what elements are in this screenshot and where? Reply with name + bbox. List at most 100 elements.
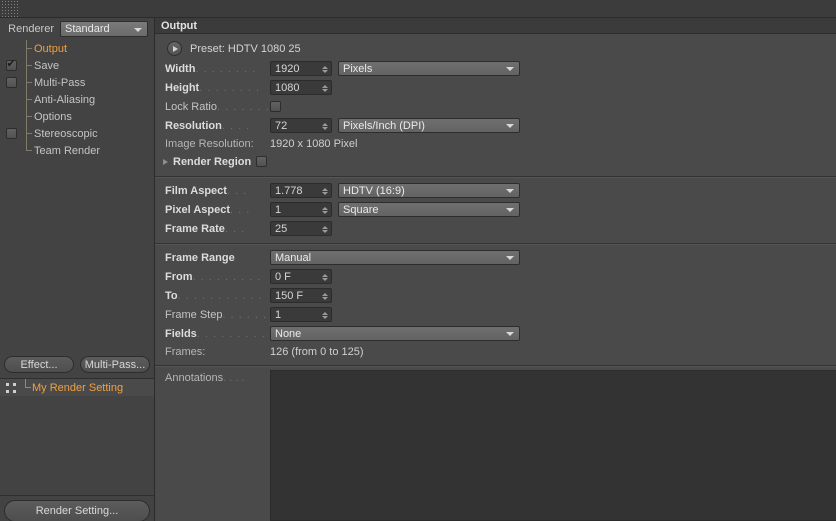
resolution-label: Resolution. . . . — [165, 119, 251, 132]
film-aspect-label: Film Aspect. . . — [165, 184, 248, 197]
preset-arrow-icon[interactable] — [167, 41, 182, 56]
render-region-row[interactable]: Render Region — [155, 152, 836, 171]
stereoscopic-checkbox[interactable] — [5, 128, 17, 139]
resolution-input[interactable]: 72 — [270, 118, 332, 133]
lock-ratio-label: Lock Ratio. . . . . . . — [165, 100, 270, 113]
from-label: From. . . . . . . . . — [165, 270, 262, 283]
frame-rate-stepper[interactable] — [321, 223, 328, 235]
window-titlebar — [0, 0, 836, 18]
frame-rate-input[interactable]: 25 — [270, 221, 332, 236]
frame-range-row: Frame Range Manual — [155, 248, 836, 267]
to-stepper[interactable] — [321, 290, 328, 302]
sidebar-item-save[interactable]: Save — [0, 57, 154, 74]
frame-range-label: Frame Range — [165, 251, 235, 264]
resolution-unit-dropdown[interactable]: Pixels/Inch (DPI) — [338, 118, 520, 133]
effect-button[interactable]: Effect... — [4, 356, 74, 373]
pixel-aspect-stepper[interactable] — [321, 204, 328, 216]
tree-stem — [22, 108, 34, 125]
image-resolution-value: 1920 x 1080 Pixel — [270, 137, 358, 150]
expand-arrow-icon[interactable] — [163, 158, 168, 165]
frame-range-dropdown[interactable]: Manual — [270, 250, 520, 265]
to-row: To. . . . . . . . . . . 150 F — [155, 286, 836, 305]
height-row: Height. . . . . . . . 1080 — [155, 78, 836, 97]
frames-value: 126 (from 0 to 125) — [270, 345, 364, 358]
frame-step-value: 1 — [275, 308, 282, 321]
render-setting-list: My Render Setting — [0, 378, 154, 495]
film-aspect-input[interactable]: 1.778 — [270, 183, 332, 198]
height-stepper[interactable] — [321, 82, 328, 94]
resolution-row: Resolution. . . . 72 Pixels/Inch (DPI) — [155, 116, 836, 135]
render-setting-button[interactable]: Render Setting... — [4, 500, 150, 521]
frames-label: Frames: — [165, 345, 206, 358]
preset-row: Preset: HDTV 1080 25 — [155, 38, 836, 59]
save-checkbox[interactable] — [5, 58, 17, 71]
width-unit-dropdown[interactable]: Pixels — [338, 61, 520, 76]
renderer-dropdown[interactable]: Standard — [60, 21, 148, 37]
chevron-down-icon — [506, 124, 514, 128]
sidebar-item-team-render[interactable]: Team Render — [0, 142, 154, 159]
frame-step-label: Frame Step. . . . . . — [165, 308, 268, 321]
lock-ratio-checkbox[interactable] — [270, 101, 281, 112]
multi-pass-checkbox[interactable] — [5, 77, 17, 88]
frame-rate-row: Frame Rate. . . 25 — [155, 219, 836, 238]
height-input[interactable]: 1080 — [270, 80, 332, 95]
frame-rate-label: Frame Rate. . . — [165, 222, 246, 235]
sidebar-item-label: Output — [34, 42, 68, 55]
film-aspect-preset-value: HDTV (16:9) — [343, 184, 405, 197]
height-value: 1080 — [275, 81, 300, 94]
output-panel: Output Preset: HDTV 1080 25 Width. . . .… — [155, 18, 836, 521]
render-setting-item[interactable]: My Render Setting — [0, 379, 154, 396]
checkbox-cell-multi-pass — [0, 77, 22, 88]
tree-stem — [22, 379, 32, 396]
resolution-stepper[interactable] — [321, 120, 328, 132]
width-label: Width. . . . . . . . — [165, 62, 257, 75]
frame-step-stepper[interactable] — [321, 309, 328, 321]
sidebar-item-output[interactable]: Output — [0, 40, 154, 57]
tree-stem — [22, 57, 34, 74]
width-value: 1920 — [275, 62, 300, 75]
render-setting-item-label: My Render Setting — [32, 381, 124, 394]
sidebar-item-anti-aliasing[interactable]: Anti-Aliasing — [0, 91, 154, 108]
image-resolution-row: Image Resolution: 1920 x 1080 Pixel — [155, 135, 836, 152]
width-stepper[interactable] — [321, 63, 328, 75]
panel-header: Output — [155, 18, 836, 34]
frame-rate-value: 25 — [275, 222, 288, 235]
checkbox-cell-save — [0, 58, 22, 71]
fields-dropdown[interactable]: None — [270, 326, 520, 341]
renderer-value: Standard — [65, 23, 110, 35]
multi-pass-button[interactable]: Multi-Pass... — [80, 356, 150, 373]
width-input[interactable]: 1920 — [270, 61, 332, 76]
annotations-textarea[interactable] — [270, 370, 836, 521]
to-value: 150 F — [275, 289, 304, 302]
from-value: 0 F — [275, 270, 291, 283]
sidebar-item-options[interactable]: Options — [0, 108, 154, 125]
to-input[interactable]: 150 F — [270, 288, 332, 303]
frame-step-input[interactable]: 1 — [270, 307, 332, 322]
sidebar-item-multi-pass[interactable]: Multi-Pass — [0, 74, 154, 91]
section-aspect: Film Aspect. . . 1.778 HDTV (16:9) Pixel… — [155, 177, 836, 243]
from-input[interactable]: 0 F — [270, 269, 332, 284]
image-resolution-label: Image Resolution: — [165, 137, 254, 150]
film-aspect-value: 1.778 — [275, 184, 303, 197]
lock-ratio-row: Lock Ratio. . . . . . . — [155, 97, 836, 116]
annotations-label: Annotations. . . . — [165, 372, 245, 384]
preset-label: Preset: HDTV 1080 25 — [190, 42, 301, 55]
tree-stem — [22, 40, 34, 57]
film-aspect-stepper[interactable] — [321, 185, 328, 197]
pixel-aspect-preset-dropdown[interactable]: Square — [338, 202, 520, 217]
sidebar-item-stereoscopic[interactable]: Stereoscopic — [0, 125, 154, 142]
chevron-down-icon — [134, 28, 142, 32]
render-region-label: Render Region — [173, 155, 252, 168]
resolution-unit-value: Pixels/Inch (DPI) — [343, 119, 425, 132]
renderer-label: Renderer — [8, 23, 54, 35]
render-region-checkbox[interactable] — [256, 156, 268, 167]
chevron-down-icon — [506, 67, 514, 71]
pixel-aspect-input[interactable]: 1 — [270, 202, 332, 217]
resolution-value: 72 — [275, 119, 288, 132]
tree-stem — [22, 125, 34, 142]
film-aspect-preset-dropdown[interactable]: HDTV (16:9) — [338, 183, 520, 198]
drag-grip-icon[interactable] — [2, 0, 20, 17]
pixel-aspect-preset-value: Square — [343, 203, 379, 216]
section-annotations: Annotations. . . . — [155, 366, 836, 521]
from-stepper[interactable] — [321, 271, 328, 283]
